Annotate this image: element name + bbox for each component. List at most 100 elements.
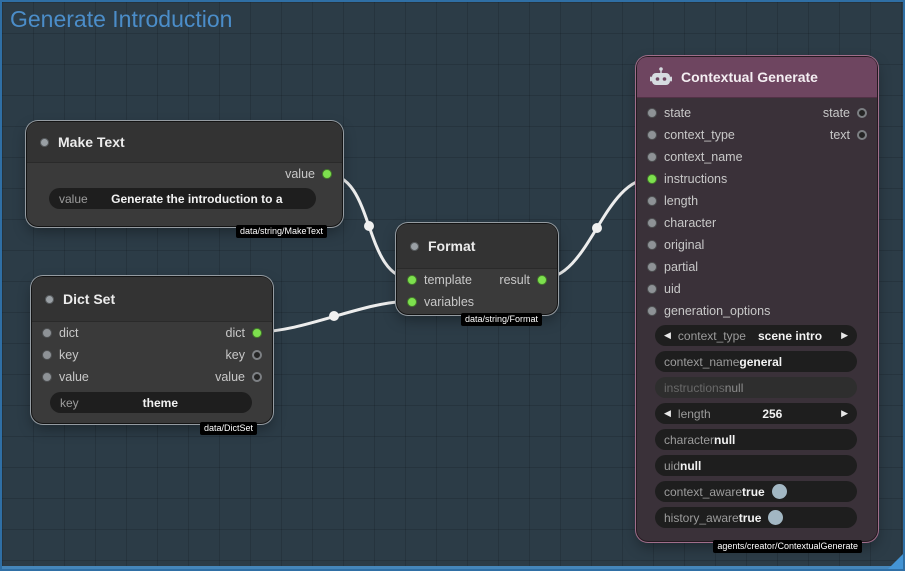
- node-header[interactable]: Make Text: [27, 122, 342, 163]
- context-aware-toggle-widget[interactable]: context_aware true: [655, 481, 857, 502]
- output-port[interactable]: [252, 328, 262, 338]
- input-label: state: [664, 106, 692, 120]
- slot-row: template result: [397, 269, 557, 291]
- node-header[interactable]: Format: [397, 224, 557, 269]
- slot-row: original: [637, 234, 877, 256]
- link-midpoint-dot[interactable]: [364, 221, 374, 231]
- toggle-knob[interactable]: [768, 510, 784, 525]
- input-port[interactable]: [647, 130, 657, 140]
- node-title: Format: [428, 238, 476, 254]
- character-text-widget[interactable]: character null: [655, 429, 857, 450]
- input-port[interactable]: [647, 306, 657, 316]
- widget-label: value: [59, 191, 88, 206]
- output-port[interactable]: [537, 275, 547, 285]
- window-bottom-edge: [2, 566, 903, 569]
- value-text-widget[interactable]: value Generate the introduction to a: [49, 188, 316, 209]
- widget-value: 256: [762, 406, 783, 421]
- instructions-text-widget: instructions null: [655, 377, 857, 398]
- output-port[interactable]: [252, 372, 262, 382]
- context-type-combo-widget[interactable]: ◀ context_type scene intro ▶: [655, 325, 857, 346]
- output-port[interactable]: [322, 169, 332, 179]
- widget-label: context_type: [677, 328, 746, 343]
- combo-next-icon[interactable]: ▶: [841, 408, 848, 419]
- input-label: dict: [59, 326, 79, 340]
- input-port[interactable]: [647, 152, 657, 162]
- input-port[interactable]: [42, 328, 52, 338]
- input-label: length: [664, 194, 699, 208]
- input-port[interactable]: [42, 372, 52, 382]
- link-dictset-to-format-variables: [254, 299, 415, 334]
- input-label: generation_options: [664, 304, 771, 318]
- slot-row: dict dict: [32, 322, 272, 344]
- slot-row: character: [637, 212, 877, 234]
- input-port[interactable]: [407, 297, 417, 307]
- widget-label: length: [677, 406, 711, 421]
- input-port[interactable]: [647, 284, 657, 294]
- input-label: uid: [664, 282, 681, 296]
- key-text-widget[interactable]: key theme: [50, 392, 252, 413]
- input-port[interactable]: [647, 240, 657, 250]
- node-title: Dict Set: [63, 291, 116, 307]
- graph-title: Generate Introduction: [10, 6, 233, 32]
- widget-label: key: [60, 395, 79, 410]
- input-port[interactable]: [647, 262, 657, 272]
- node-graph-canvas[interactable]: Generate Introduction Make Text value va…: [0, 0, 905, 571]
- slot-row: value value: [32, 366, 272, 388]
- node-title: Make Text: [58, 134, 125, 150]
- input-port[interactable]: [647, 196, 657, 206]
- widget-value: Generate the introduction to a: [111, 191, 283, 206]
- combo-prev-icon[interactable]: ◀: [664, 408, 671, 419]
- slot-row: variables: [397, 291, 557, 313]
- collapse-dot-icon[interactable]: [40, 137, 49, 147]
- node-dict-set[interactable]: Dict Set dict dict key key value value k…: [32, 277, 272, 435]
- uid-text-widget[interactable]: uid null: [655, 455, 857, 476]
- combo-next-icon[interactable]: ▶: [841, 330, 848, 341]
- collapse-dot-icon[interactable]: [410, 241, 419, 251]
- slot-row: generation_options: [637, 300, 877, 322]
- context-name-text-widget[interactable]: context_name general: [655, 351, 857, 372]
- link-midpoint-dot[interactable]: [592, 223, 602, 233]
- node-contextual-generate[interactable]: Contextual Generate state state context_…: [637, 57, 877, 553]
- input-label: partial: [664, 260, 699, 274]
- output-label: value: [215, 370, 245, 384]
- output-label: value: [285, 167, 315, 181]
- slot-row: context_type text: [637, 124, 877, 146]
- widget-value: null: [680, 458, 702, 473]
- input-label: template: [424, 273, 472, 287]
- slot-row: state state: [637, 102, 877, 124]
- node-header[interactable]: Contextual Generate: [637, 57, 877, 98]
- link-midpoint-dot[interactable]: [329, 311, 339, 321]
- output-port[interactable]: [857, 108, 867, 118]
- widget-label: context_aware: [664, 484, 743, 499]
- input-label: character: [664, 216, 717, 230]
- input-port[interactable]: [407, 275, 417, 285]
- widget-label: history_aware: [664, 510, 739, 525]
- resize-handle-icon[interactable]: [888, 554, 903, 569]
- node-header[interactable]: Dict Set: [32, 277, 272, 322]
- input-port[interactable]: [647, 174, 657, 184]
- toggle-knob[interactable]: [771, 484, 787, 499]
- node-format[interactable]: Format template result variables data/st…: [397, 224, 557, 326]
- robot-icon: [650, 67, 672, 85]
- output-port[interactable]: [857, 130, 867, 140]
- output-label: state: [822, 106, 850, 120]
- collapse-dot-icon[interactable]: [45, 294, 54, 304]
- input-port[interactable]: [42, 350, 52, 360]
- widget-label: character: [664, 432, 715, 447]
- combo-prev-icon[interactable]: ◀: [664, 330, 671, 341]
- history-aware-toggle-widget[interactable]: history_aware true: [655, 507, 857, 528]
- input-label: variables: [424, 295, 475, 309]
- widget-value: true: [738, 510, 762, 525]
- output-label: key: [225, 348, 245, 362]
- input-label: context_name: [664, 150, 743, 164]
- node-make-text[interactable]: Make Text value value Generate the intro…: [27, 122, 342, 238]
- input-port[interactable]: [647, 108, 657, 118]
- slot-row: key key: [32, 344, 272, 366]
- widget-value: null: [714, 432, 736, 447]
- length-combo-widget[interactable]: ◀ length 256 ▶: [655, 403, 857, 424]
- input-port[interactable]: [647, 218, 657, 228]
- widget-value: general: [739, 354, 783, 369]
- node-type-badge: agents/creator/ContextualGenerate: [713, 540, 862, 553]
- output-label: result: [499, 273, 530, 287]
- output-port[interactable]: [252, 350, 262, 360]
